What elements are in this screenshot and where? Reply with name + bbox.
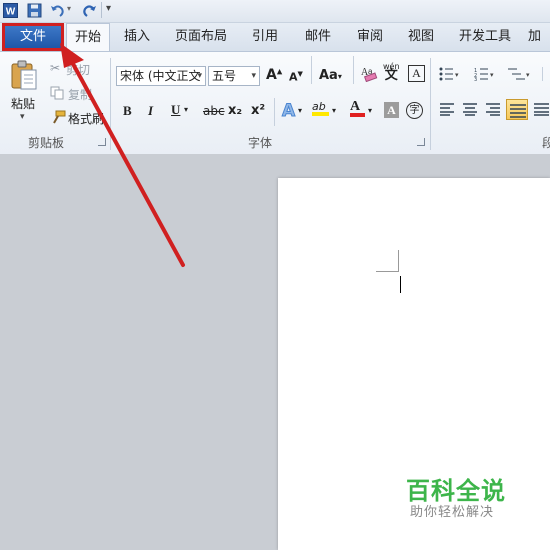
annotation-arrow-icon — [60, 43, 185, 267]
